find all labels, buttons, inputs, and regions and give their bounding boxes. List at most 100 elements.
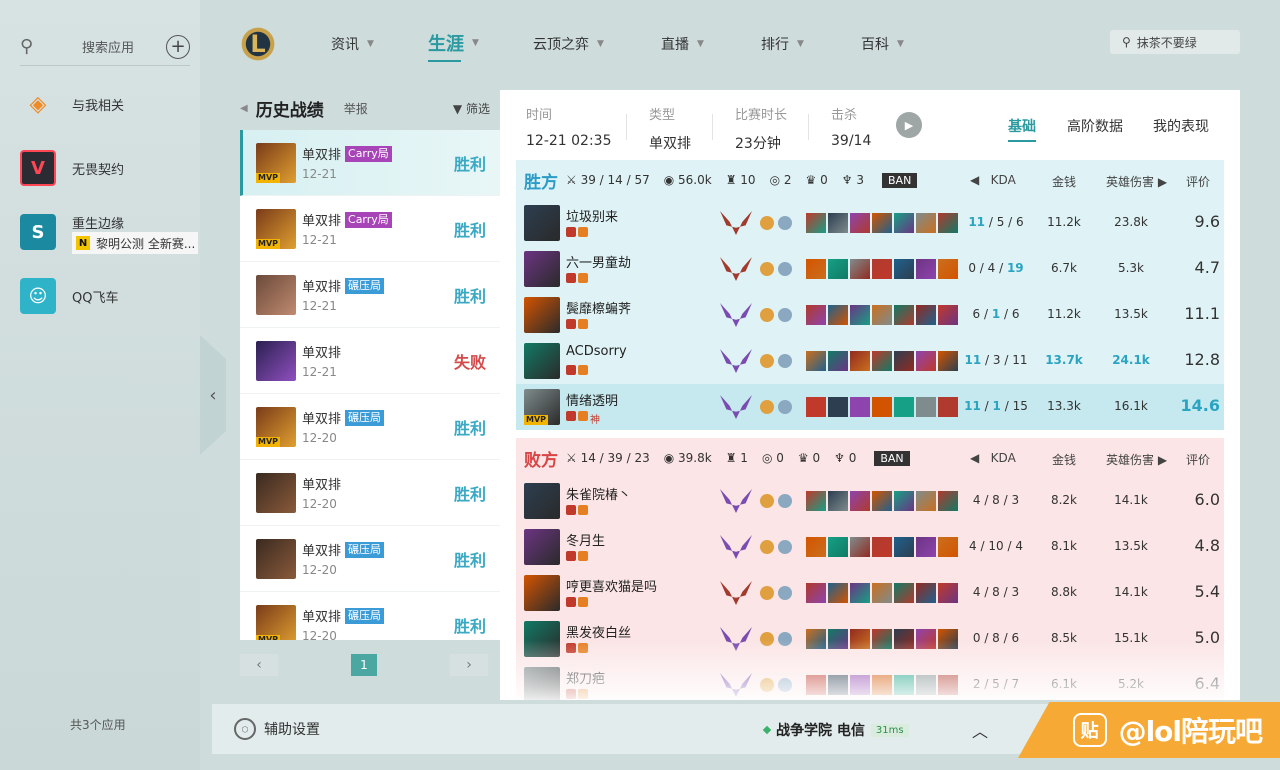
- mvp-badge: MVP: [256, 634, 281, 640]
- nav-wiki[interactable]: 百科 ▼: [861, 34, 904, 54]
- item-icon: [850, 583, 870, 603]
- add-app-icon[interactable]: +: [166, 34, 190, 59]
- item-icon: [894, 583, 914, 603]
- match-item[interactable]: MVP 单双排 碾压局 12-20 胜利: [240, 592, 500, 640]
- item-icon: [894, 259, 914, 279]
- related-icon: ◈: [29, 91, 47, 117]
- match-item[interactable]: 单双排 碾压局 12-21 胜利: [240, 262, 500, 328]
- rank-emblem-icon: [720, 211, 752, 235]
- player-name[interactable]: 朱雀院椿丶: [566, 484, 631, 503]
- prev-page-button[interactable]: ‹: [240, 654, 278, 676]
- player-name[interactable]: 黑发夜白丝: [566, 622, 631, 641]
- nav-career[interactable]: 生涯 ▼: [428, 30, 479, 62]
- player-damage: 16.1k: [1114, 399, 1148, 413]
- ban-button[interactable]: BAN: [874, 450, 910, 466]
- player-name[interactable]: ACDsorry: [566, 344, 627, 359]
- player-name[interactable]: 哼更喜欢猫是吗: [566, 576, 657, 595]
- kda-column-header[interactable]: ◀ KDA: [970, 173, 1016, 187]
- collapse-panel-button[interactable]: ‹: [200, 335, 226, 455]
- match-item[interactable]: MVP 单双排 Carry局 12-21 胜利: [240, 130, 500, 196]
- player-kda: 11 / 5 / 6: [968, 215, 1024, 229]
- ban-button[interactable]: BAN: [882, 172, 918, 188]
- player-search-input[interactable]: ⚲ 抹茶不要绿: [1110, 30, 1240, 54]
- app-item-qq-speed[interactable]: ☺ QQ飞车: [20, 278, 200, 314]
- player-name[interactable]: 情绪透明: [566, 390, 618, 409]
- app-item-valorant[interactable]: V 无畏契约: [20, 150, 200, 186]
- match-date: 12-20: [302, 563, 337, 577]
- chevron-up-icon[interactable]: ︿: [972, 718, 988, 742]
- item-icon: [894, 305, 914, 325]
- next-page-button[interactable]: ›: [450, 654, 488, 676]
- match-detail: 时间 12-21 02:35 类型 单双排 比赛时长 23分钟 击杀 39/14 ▶ 基…: [500, 90, 1240, 700]
- tag-icon: [578, 365, 588, 375]
- summoner-spell-icon: [778, 586, 792, 600]
- qq-speed-icon: ☺: [20, 278, 56, 314]
- tab-advanced[interactable]: 高阶数据: [1067, 116, 1123, 136]
- filter-button[interactable]: ▼ 筛选: [453, 100, 490, 117]
- tag-icon: [566, 319, 576, 329]
- player-gold: 13.3k: [1047, 399, 1081, 413]
- caret-left-icon[interactable]: ◀: [240, 103, 248, 114]
- team-dragon: ♆ 0: [834, 451, 857, 465]
- replay-play-icon[interactable]: ▶: [896, 112, 922, 138]
- item-icon: [938, 537, 958, 557]
- match-item[interactable]: MVP 单双排 Carry局 12-21 胜利: [240, 196, 500, 262]
- caret-down-icon: ▼: [472, 38, 479, 48]
- player-tags: [566, 551, 588, 561]
- report-button[interactable]: 举报: [344, 100, 368, 117]
- summary-time: 时间 12-21 02:35: [526, 108, 612, 149]
- kda-column-header[interactable]: ◀ KDA: [970, 451, 1016, 465]
- page-number[interactable]: 1: [351, 654, 377, 676]
- rune-icon: [760, 216, 774, 230]
- lol-logo[interactable]: L: [238, 22, 278, 66]
- tag-icon: [578, 319, 588, 329]
- damage-column-header[interactable]: 英雄伤害 ▶: [1106, 173, 1167, 190]
- player-row[interactable]: ACDsorry 11 / 3 / 11 13.7k 24.1k 12.8: [516, 338, 1224, 384]
- app-item-related[interactable]: ◈ 与我相关: [20, 86, 200, 122]
- damage-column-header[interactable]: 英雄伤害 ▶: [1106, 451, 1167, 468]
- player-score: 4.8: [1194, 536, 1220, 555]
- item-icon: [828, 213, 848, 233]
- match-mode: 单双排: [302, 544, 342, 559]
- match-mode: 单双排: [302, 478, 342, 493]
- player-row[interactable]: 垃圾别来 11 / 5 / 6 11.2k 23.8k 9.6: [516, 200, 1224, 246]
- item-icon: [872, 305, 892, 325]
- notice-icon: N: [76, 236, 90, 250]
- score-column-header: 评价: [1186, 175, 1211, 189]
- player-name[interactable]: 六一男童劫: [566, 252, 631, 271]
- item-icon: [938, 259, 958, 279]
- player-row[interactable]: MVP 情绪透明 神 11 / 1 / 15 13.3k 16.1k 14.6: [516, 384, 1224, 430]
- match-item[interactable]: 单双排 12-21 失败: [240, 328, 500, 394]
- score-column-header: 评价: [1186, 453, 1211, 467]
- match-result: 胜利: [453, 418, 486, 438]
- match-item[interactable]: 单双排 12-20 胜利: [240, 460, 500, 526]
- player-row[interactable]: 鬓靡檫蝙荠 6 / 1 / 6 11.2k 13.5k 11.1: [516, 292, 1224, 338]
- player-kda: 11 / 3 / 11: [964, 353, 1028, 367]
- mvp-badge: MVP: [256, 238, 281, 249]
- nav-news[interactable]: 资讯 ▼: [331, 34, 374, 54]
- player-row[interactable]: 冬月生 4 / 10 / 4 8.1k 13.5k 4.8: [516, 524, 1224, 570]
- team-kda: ⚔ 39 / 14 / 57: [566, 173, 650, 187]
- match-item[interactable]: 单双排 碾压局 12-20 胜利: [240, 526, 500, 592]
- player-row[interactable]: 哼更喜欢猫是吗 4 / 8 / 3 8.8k 14.1k 5.4: [516, 570, 1224, 616]
- server-status[interactable]: 战争学院 电信 31ms: [762, 720, 909, 740]
- item-icon: [828, 259, 848, 279]
- player-row[interactable]: 六一男童劫 0 / 4 / 19 6.7k 5.3k 4.7: [516, 246, 1224, 292]
- item-icon: [872, 213, 892, 233]
- app-search[interactable]: ⚲ 搜索应用 +: [20, 28, 190, 66]
- player-name[interactable]: 垃圾别来: [566, 206, 618, 225]
- tab-basic[interactable]: 基础: [1008, 116, 1036, 142]
- match-item[interactable]: MVP 单双排 碾压局 12-20 胜利: [240, 394, 500, 460]
- champion-avatar: [524, 575, 560, 611]
- player-name[interactable]: 鬓靡檫蝙荠: [566, 298, 631, 317]
- match-result: 胜利: [453, 484, 486, 504]
- winning-team: 胜方 ⚔ 39 / 14 / 57 ◉ 56.0k ♜ 10 ◎ 2 ♛ 0 ♆…: [516, 160, 1224, 430]
- player-name[interactable]: 冬月生: [566, 530, 605, 549]
- assist-settings-button[interactable]: ⬡ 辅助设置: [234, 718, 320, 740]
- tab-my-performance[interactable]: 我的表现: [1153, 116, 1209, 136]
- player-row[interactable]: 朱雀院椿丶 4 / 8 / 3 8.2k 14.1k 6.0: [516, 478, 1224, 524]
- nav-rank[interactable]: 排行 ▼: [761, 34, 804, 54]
- nav-live[interactable]: 直播 ▼: [661, 34, 704, 54]
- nav-tft[interactable]: 云顶之弈 ▼: [533, 34, 604, 54]
- champion-avatar: MVP: [256, 604, 296, 640]
